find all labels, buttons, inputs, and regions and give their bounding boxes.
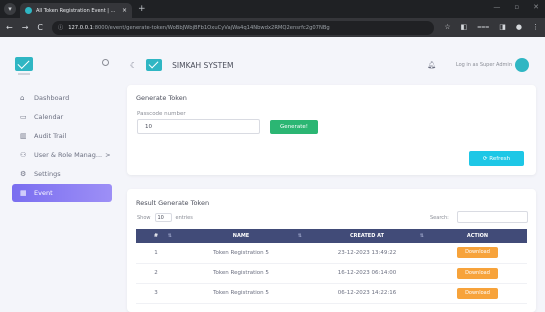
refresh-button[interactable]: ⟳ Refresh bbox=[469, 151, 524, 166]
sidebar-item-label: Dashboard bbox=[34, 93, 70, 102]
url-path: :8000/event/generate-token/WoBbJWbjBFb1O… bbox=[92, 24, 330, 31]
window-controls: — ▫ ✕ bbox=[493, 3, 539, 11]
book-icon: ▥ bbox=[20, 131, 27, 140]
browser-tab-strip: ▾ All Token Registration Event | ... × +… bbox=[0, 0, 545, 18]
entries-select[interactable]: 10 bbox=[154, 213, 172, 222]
browser-tab[interactable]: All Token Registration Event | ... × bbox=[20, 3, 132, 18]
sidebar-item-label: Event bbox=[34, 189, 53, 197]
tab-title: All Token Registration Event | ... bbox=[36, 7, 116, 14]
app-logo-caption bbox=[18, 73, 30, 75]
chevron-right-icon: > bbox=[105, 150, 111, 159]
sidebar-item-settings[interactable]: ⚙ Settings bbox=[0, 164, 120, 183]
sidebar-menu: ⌂ Dashboard ▭ Calendar ▥ Audit Trail ⚇ U… bbox=[0, 88, 120, 202]
app-root: ⌂ Dashboard ▭ Calendar ▥ Audit Trail ⚇ U… bbox=[0, 37, 545, 312]
sidebar-item-label: User & Role Manag... bbox=[34, 150, 103, 159]
table-row: 1 Token Registration 5 23-12-2023 13:49:… bbox=[136, 243, 527, 264]
app-logo-icon bbox=[15, 57, 33, 71]
result-token-card: Result Generate Token Show 10 entries Se… bbox=[127, 189, 536, 312]
browser-menu-icon[interactable]: ▾ bbox=[4, 3, 16, 15]
column-header-action: ACTION bbox=[466, 233, 489, 239]
generate-button[interactable]: Generate! bbox=[270, 120, 318, 134]
bookmark-star-icon[interactable]: ☆ bbox=[444, 23, 450, 32]
profile-icon[interactable]: ● bbox=[516, 23, 522, 32]
download-button[interactable]: Download bbox=[457, 287, 498, 299]
tab-favicon-icon bbox=[25, 7, 32, 14]
passcode-label: Passcode number bbox=[137, 111, 186, 117]
row-number: 1 bbox=[136, 243, 176, 264]
entries-length-control: Show 10 entries bbox=[137, 213, 193, 222]
entries-label: entries bbox=[175, 214, 193, 221]
tab-search-icon[interactable]: ⩶ bbox=[477, 23, 489, 32]
site-info-icon[interactable]: ⓘ bbox=[58, 24, 63, 31]
table-row: 2 Token Registration 5 16-12-2023 06:14:… bbox=[136, 263, 527, 284]
close-window-icon[interactable]: ✕ bbox=[533, 3, 539, 11]
column-header-name[interactable]: NAME ⇅ bbox=[176, 229, 306, 243]
sidebar-item-label: Audit Trail bbox=[34, 131, 67, 140]
row-number: 2 bbox=[136, 263, 176, 284]
table-row: 3 Token Registration 5 06-12-2023 14:22:… bbox=[136, 283, 527, 304]
sidebar-item-event[interactable]: ▦ Event bbox=[12, 184, 112, 202]
sidebar-item-dashboard[interactable]: ⌂ Dashboard bbox=[0, 88, 120, 107]
sort-icon: ⇅ bbox=[419, 233, 424, 239]
browser-more-icon[interactable]: ⋮ bbox=[532, 23, 539, 32]
row-name: Token Registration 5 bbox=[176, 263, 306, 284]
row-created-at: 06-12-2023 14:22:16 bbox=[306, 283, 428, 304]
sort-icon: ⇅ bbox=[167, 233, 172, 239]
back-icon[interactable]: ← bbox=[6, 23, 13, 32]
row-number: 3 bbox=[136, 283, 176, 304]
generate-token-card: Generate Token Passcode number 10 Genera… bbox=[127, 85, 536, 175]
column-header-created-at[interactable]: CREATED AT ⇅ bbox=[306, 229, 428, 243]
extensions-icon[interactable]: ◧ bbox=[461, 23, 468, 32]
sidebar-item-label: Settings bbox=[34, 169, 61, 178]
row-name: Token Registration 5 bbox=[176, 243, 306, 264]
column-header-number[interactable]: # ⇅ bbox=[136, 229, 176, 243]
show-label: Show bbox=[137, 214, 151, 221]
result-token-title: Result Generate Token bbox=[136, 199, 210, 207]
token-table: # ⇅ NAME ⇅ CREATED AT ⇅ ACTION 1 Token Regi… bbox=[136, 229, 527, 304]
sidebar: ⌂ Dashboard ▭ Calendar ▥ Audit Trail ⚇ U… bbox=[0, 37, 120, 312]
gear-icon: ⚙ bbox=[20, 169, 27, 178]
row-created-at: 16-12-2023 06:14:00 bbox=[306, 263, 428, 284]
row-created-at: 23-12-2023 13:49:22 bbox=[306, 243, 428, 264]
url-host: 127.0.0.1 bbox=[68, 24, 93, 31]
sidepanel-icon[interactable]: ◨ bbox=[499, 23, 506, 32]
home-icon: ⌂ bbox=[20, 93, 25, 102]
generate-token-title: Generate Token bbox=[136, 94, 187, 102]
sort-icon: ⇅ bbox=[297, 233, 302, 239]
users-icon: ⚇ bbox=[20, 150, 27, 159]
sidebar-item-calendar[interactable]: ▭ Calendar bbox=[0, 107, 120, 126]
sidebar-item-label: Calendar bbox=[34, 112, 64, 121]
tab-close-icon[interactable]: × bbox=[122, 7, 127, 14]
reload-icon[interactable]: C bbox=[37, 23, 43, 32]
forward-icon[interactable]: → bbox=[22, 23, 29, 32]
notification-bell-icon[interactable]: 🔔︎ bbox=[427, 61, 436, 69]
theme-toggle-icon[interactable]: ☾ bbox=[130, 61, 137, 70]
table-header-row: # ⇅ NAME ⇅ CREATED AT ⇅ ACTION bbox=[136, 229, 527, 243]
row-name: Token Registration 5 bbox=[176, 283, 306, 304]
search-label: Search: bbox=[430, 215, 449, 221]
top-navbar: ☾ SIMKAH SYSTEM 🔔︎ Log in as Super Admin bbox=[120, 52, 538, 78]
login-as-text: Log in as Super Admin bbox=[455, 62, 512, 68]
passcode-input[interactable]: 10 bbox=[137, 119, 260, 134]
maximize-icon[interactable]: ▫ bbox=[514, 3, 519, 11]
system-title: SIMKAH SYSTEM bbox=[172, 60, 234, 70]
search-input[interactable] bbox=[457, 211, 528, 223]
address-bar[interactable]: ⓘ 127.0.0.1:8000/event/generate-token/Wo… bbox=[52, 20, 435, 35]
sidebar-item-audit-trail[interactable]: ▥ Audit Trail bbox=[0, 126, 120, 145]
download-button[interactable]: Download bbox=[457, 267, 498, 279]
sidebar-toggle-icon[interactable] bbox=[102, 59, 109, 66]
calendar-icon: ▭ bbox=[20, 112, 27, 121]
avatar[interactable] bbox=[515, 58, 529, 72]
new-tab-button[interactable]: + bbox=[138, 4, 146, 14]
download-button[interactable]: Download bbox=[457, 247, 498, 259]
browser-toolbar: ← → C ⓘ 127.0.0.1:8000/event/generate-to… bbox=[0, 18, 545, 37]
sidebar-item-user-role[interactable]: ⚇ User & Role Manag... > bbox=[0, 145, 120, 164]
grid-icon: ▦ bbox=[20, 189, 27, 197]
minimize-icon[interactable]: — bbox=[493, 3, 500, 11]
header-logo-icon bbox=[146, 59, 163, 71]
